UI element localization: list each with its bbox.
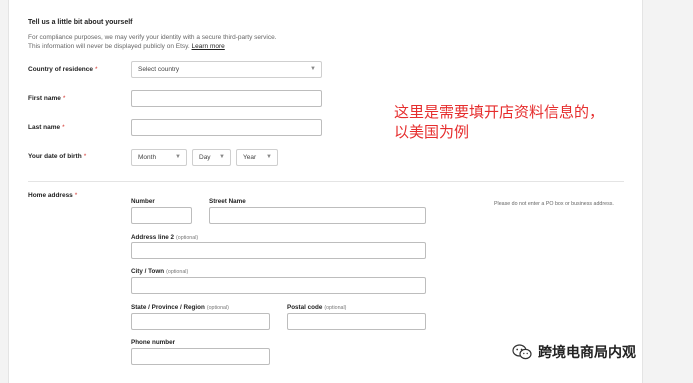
chevron-down-icon: ▼ — [219, 154, 225, 160]
wechat-icon — [512, 344, 532, 360]
postal-code-label: Postal code (optional) — [287, 304, 347, 311]
year-select[interactable]: Year ▼ — [236, 149, 278, 166]
first-name-input[interactable] — [131, 90, 322, 107]
description-line-1: For compliance purposes, we may verify y… — [28, 34, 277, 41]
postal-code-input[interactable] — [287, 313, 426, 330]
last-name-label: Last name * — [28, 124, 65, 131]
chevron-down-icon: ▼ — [175, 154, 181, 160]
day-select[interactable]: Day ▼ — [192, 149, 231, 166]
street-name-input[interactable] — [209, 207, 426, 224]
city-input[interactable] — [131, 277, 426, 294]
street-name-label: Street Name — [209, 198, 246, 205]
country-select[interactable]: Select country ▼ — [131, 61, 322, 78]
form-card: Tell us a little bit about yourself For … — [8, 0, 643, 383]
month-select[interactable]: Month ▼ — [131, 149, 187, 166]
address-hint: Please do not enter a PO box or business… — [494, 201, 614, 207]
number-label: Number — [131, 198, 155, 205]
state-label: State / Province / Region (optional) — [131, 304, 229, 311]
phone-number-label: Phone number — [131, 339, 176, 346]
state-input[interactable] — [131, 313, 270, 330]
first-name-label: First name * — [28, 95, 66, 102]
section-divider — [28, 181, 624, 182]
home-address-label: Home address * — [28, 192, 78, 199]
city-label: City / Town (optional) — [131, 268, 189, 275]
address-line2-input[interactable] — [131, 242, 426, 259]
watermark-text: 跨境电商局内观 — [538, 345, 636, 361]
chevron-down-icon: ▼ — [266, 154, 272, 160]
section-description: For compliance purposes, we may verify y… — [28, 33, 277, 51]
description-line-2: This information will never be displayed… — [28, 43, 225, 50]
dob-label: Your date of birth * — [28, 153, 87, 160]
chevron-down-icon: ▼ — [310, 66, 316, 72]
day-value: Day — [199, 154, 211, 161]
watermark: 跨境电商局内观 — [512, 342, 636, 362]
year-value: Year — [243, 154, 257, 161]
phone-number-input[interactable] — [131, 348, 270, 365]
country-label: Country of residence * — [28, 66, 98, 73]
month-value: Month — [138, 154, 157, 161]
annotation-text: 这里是需要填开店资料信息的，以美国为例 — [394, 103, 605, 141]
section-title: Tell us a little bit about yourself — [28, 19, 133, 26]
last-name-input[interactable] — [131, 119, 322, 136]
number-input[interactable] — [131, 207, 192, 224]
learn-more-link[interactable]: Learn more — [192, 43, 225, 50]
address-line2-label: Address line 2 (optional) — [131, 234, 199, 241]
country-select-value: Select country — [138, 66, 180, 73]
